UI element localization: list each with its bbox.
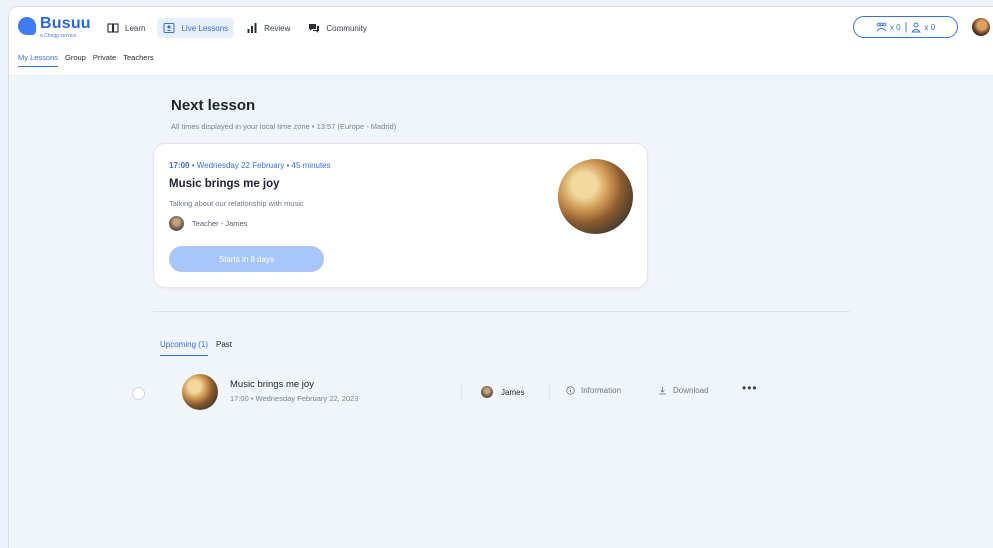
lesson-tabs: Upcoming (1) Past (160, 340, 240, 356)
lesson-time: 17:00 (169, 161, 190, 170)
top-navigation-bar: Busuu a Chegg service Learn Live Lessons… (9, 7, 993, 76)
nav-learn-label: Learn (125, 23, 146, 33)
counter-separator: | (904, 21, 908, 33)
nav-learn[interactable]: Learn (101, 18, 151, 38)
main-nav: Learn Live Lessons Review Community (101, 17, 379, 39)
information-link[interactable]: Information (566, 386, 621, 395)
download-icon (659, 387, 666, 395)
lesson-item-datetime: 17:00 • Wednesday February 22, 2023 (230, 394, 359, 403)
teacher-avatar (481, 386, 493, 398)
lesson-credits-counter[interactable]: x 0 | x 0 (853, 16, 958, 38)
busuu-logo[interactable]: Busuu a Chegg service (18, 15, 91, 39)
download-link[interactable]: Download (658, 386, 709, 395)
lesson-description: Talking about our relationship with musi… (169, 199, 304, 208)
timezone-note: All times displayed in your local time z… (171, 122, 397, 131)
lesson-photo (558, 159, 633, 234)
tab-past[interactable]: Past (216, 340, 232, 356)
section-divider (153, 311, 850, 312)
information-label: Information (581, 386, 622, 395)
lesson-duration: 45 minutes (291, 161, 331, 170)
tab-private[interactable]: Private (93, 53, 116, 67)
lesson-thumbnail (182, 374, 218, 410)
busuu-logo-icon (18, 17, 36, 35)
teacher-name: Teacher - James (192, 219, 248, 228)
brand-name: Busuu (40, 15, 91, 32)
nav-review[interactable]: Review (240, 18, 296, 38)
nav-community[interactable]: Community (302, 18, 372, 38)
bar-chart-icon (247, 23, 257, 33)
meta-dot: • (191, 161, 195, 170)
group-credits: x 0 (889, 22, 901, 32)
live-lessons-icon (163, 22, 176, 34)
row-separator (549, 383, 550, 401)
tab-teachers[interactable]: Teachers (123, 53, 153, 67)
lesson-item-teacher[interactable]: James (481, 386, 525, 398)
nav-live-lessons-label: Live Lessons (181, 23, 229, 33)
nav-live-lessons[interactable]: Live Lessons (157, 18, 235, 38)
brand-subtitle: a Chegg service (40, 33, 77, 39)
nav-review-label: Review (264, 23, 291, 33)
row-separator (461, 383, 462, 401)
lesson-date: Wednesday 22 February (196, 161, 285, 170)
meta-dot: • (286, 161, 290, 170)
lesson-select-radio[interactable] (132, 387, 145, 400)
private-credits: x 0 (924, 22, 936, 32)
teacher-name: James (501, 387, 525, 397)
starts-in-button[interactable]: Starts in 8 days (169, 246, 324, 272)
download-label: Download (673, 386, 709, 395)
tab-upcoming[interactable]: Upcoming (1) (160, 340, 209, 356)
lesson-title: Music brings me joy (169, 178, 280, 190)
lesson-list-item[interactable]: Music brings me joy 17:00 • Wednesday Fe… (129, 372, 769, 412)
nav-community-label: Community (326, 23, 367, 33)
info-icon (566, 386, 575, 395)
next-lesson-heading: Next lesson (171, 97, 256, 114)
lesson-item-title: Music brings me joy (230, 379, 314, 390)
app-window: Busuu a Chegg service Learn Live Lessons… (8, 6, 993, 548)
more-options-button[interactable]: ••• (742, 381, 758, 395)
user-avatar[interactable] (972, 18, 990, 36)
person-icon (911, 22, 922, 32)
lesson-meta: 17:00 • Wednesday 22 February • 45 minut… (169, 161, 331, 170)
book-icon (107, 23, 119, 33)
tab-my-lessons[interactable]: My Lessons (18, 53, 59, 67)
teacher-avatar (169, 216, 184, 231)
next-lesson-card[interactable]: 17:00 • Wednesday 22 February • 45 minut… (153, 143, 648, 288)
community-icon (309, 24, 320, 33)
sub-navigation: My Lessons Group Private Teachers (18, 53, 161, 67)
group-icon (876, 22, 887, 31)
tab-group[interactable]: Group (65, 53, 86, 67)
teacher-row: Teacher - James (169, 216, 247, 231)
